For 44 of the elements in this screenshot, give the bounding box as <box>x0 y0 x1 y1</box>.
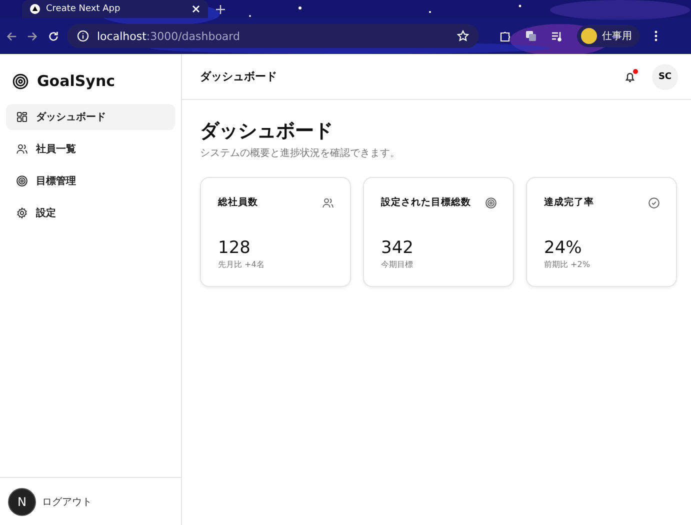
target-icon <box>16 175 28 187</box>
media-queue-icon[interactable] <box>551 30 563 42</box>
browser-tab[interactable]: Create Next App <box>22 0 208 18</box>
brand-name: GoalSync <box>37 72 116 90</box>
card-note: 先月比 +4名 <box>218 259 266 270</box>
card-title: 設定された目標総数 <box>381 196 471 209</box>
info-icon[interactable] <box>77 30 89 42</box>
translate-icon[interactable] <box>525 30 537 42</box>
close-icon[interactable] <box>192 5 200 13</box>
plus-icon[interactable] <box>216 4 225 14</box>
triangle-logo-icon <box>30 4 40 14</box>
card-value: 128 <box>218 238 252 258</box>
forward-arrow-icon[interactable] <box>27 30 38 42</box>
sidebar-item[interactable]: 目標管理 <box>6 168 175 194</box>
page-subtitle: システムの概要と進捗状況を確認できます。 <box>200 146 401 160</box>
sidebar-item[interactable]: ダッシュボード <box>6 104 175 130</box>
card-note: 今期目標 <box>381 259 414 270</box>
user-avatar[interactable]: SC <box>652 64 678 90</box>
users-icon <box>322 196 334 208</box>
address-bar[interactable]: localhost:3000/dashboard <box>67 24 479 48</box>
back-arrow-icon[interactable] <box>6 30 17 42</box>
header-title: ダッシュボード <box>200 69 278 84</box>
bell-icon <box>624 70 636 82</box>
users-icon <box>16 143 28 155</box>
check-circle-icon <box>648 196 660 208</box>
sidebar-item[interactable]: 設定 <box>6 200 175 226</box>
card-value: 24% <box>544 238 583 258</box>
card-note: 前期比 +2% <box>544 259 591 270</box>
star-icon[interactable] <box>457 30 469 42</box>
profile-avatar-icon <box>581 28 597 44</box>
profile-button[interactable]: 仕事用 <box>577 25 640 47</box>
menu-icon[interactable] <box>654 30 658 42</box>
target-icon <box>12 72 29 90</box>
grid-icon <box>16 111 28 123</box>
dev-tools-button[interactable]: N <box>8 488 36 516</box>
logout-button[interactable]: ログアウト <box>42 494 92 508</box>
sidebar-item[interactable]: 社員一覧 <box>6 136 175 162</box>
reload-icon[interactable] <box>48 30 59 42</box>
settings-icon <box>16 207 28 219</box>
page-title: ダッシュボード <box>200 119 334 144</box>
card-title: 達成完了率 <box>544 196 594 209</box>
target-icon <box>485 196 497 208</box>
card-value: 342 <box>381 238 414 258</box>
card-title: 総社員数 <box>218 196 258 209</box>
